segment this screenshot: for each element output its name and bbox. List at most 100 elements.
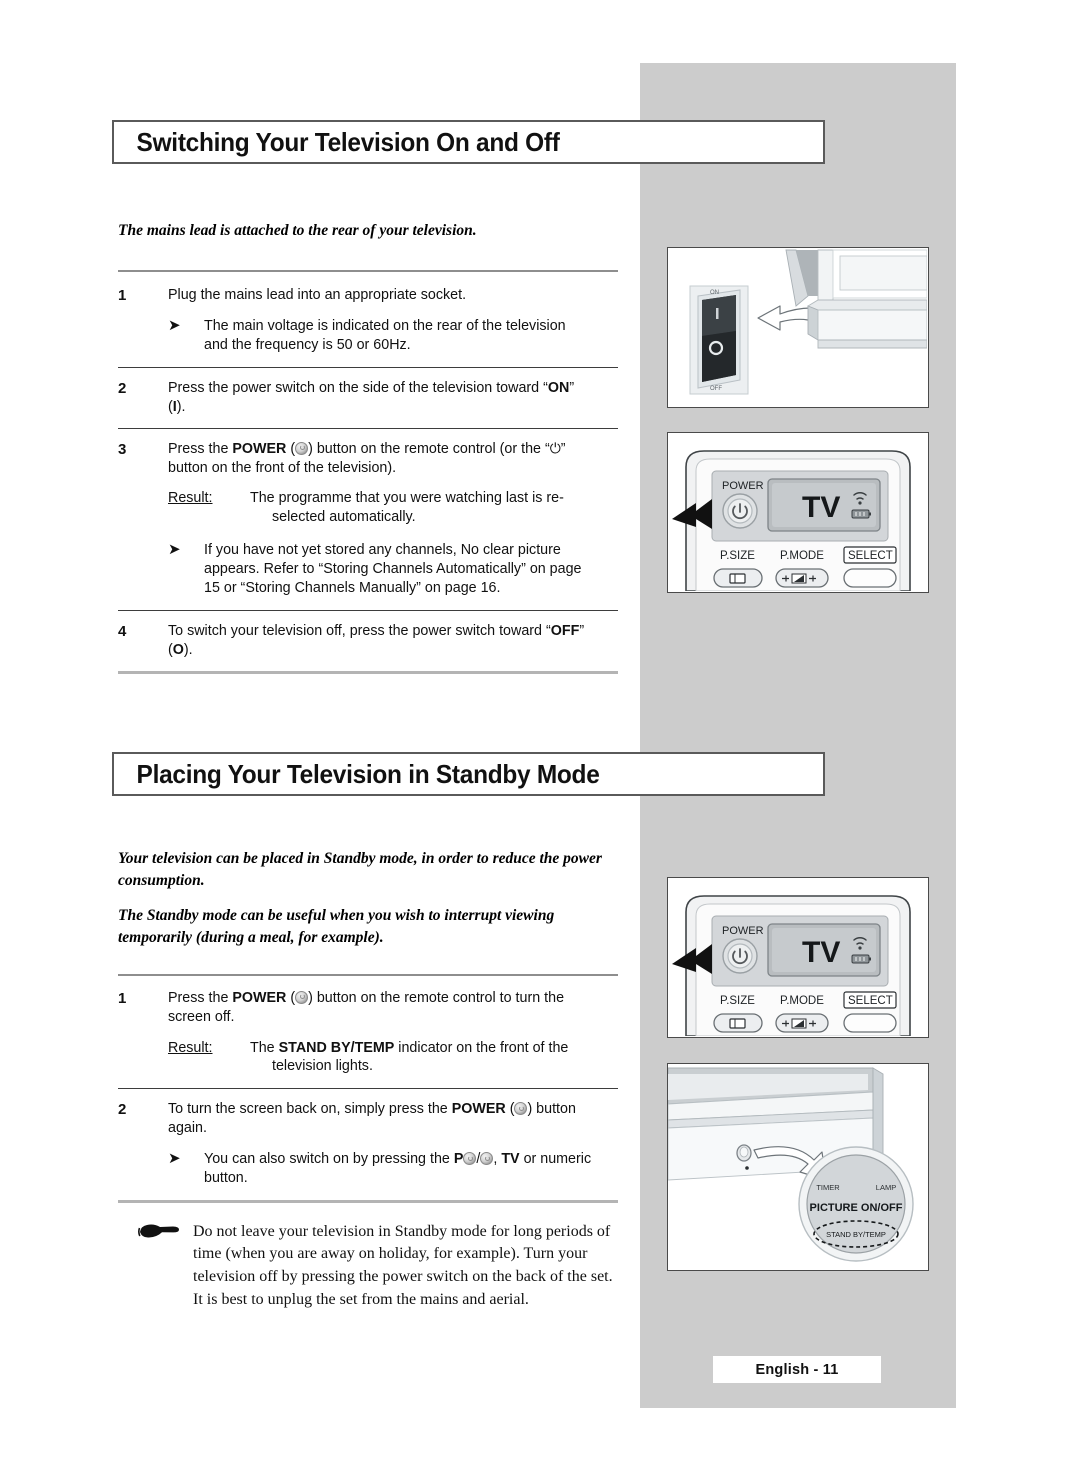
step-3: 3 Press the POWER ( ) button on the remot… [118, 440, 618, 478]
svg-text:TV: TV [802, 491, 840, 524]
standby-step-1-text-c: ) button on the remote control to turn t… [308, 989, 565, 1006]
lead-paragraph-standby-2: The Standby mode can be useful when you … [118, 906, 555, 947]
svg-text:P.MODE: P.MODE [780, 995, 824, 1007]
standby-step-2-text-d: again. [168, 1120, 207, 1137]
standby-result-text-a1: The [250, 1039, 279, 1056]
standby-result-bold: STAND BY/TEMP [278, 1039, 395, 1056]
svg-text:SELECT: SELECT [848, 550, 893, 562]
illustration-remote-top: POWER TV P.SIZE P.MODE SELECT [667, 432, 929, 593]
svg-text:PICTURE ON/OFF: PICTURE ON/OFF [810, 1202, 903, 1214]
standby-step-2-bullet: ➤ You can also switch on by pressing the… [118, 1149, 618, 1188]
svg-text:STAND BY/TEMP: STAND BY/TEMP [826, 1230, 886, 1239]
step-3-number: 3 [118, 440, 127, 458]
standby-step-1-text-a: Press the [168, 989, 233, 1006]
standby-result-text-a2: indicator on the front of the [394, 1039, 569, 1056]
section-heading-standby-text: Placing Your Television in Standby Mode [136, 758, 600, 789]
step-3-bullet-line-3: 15 or “Storing Channels Manually” on pag… [204, 579, 501, 596]
step-4-bold-o: O [172, 641, 184, 658]
step-2-text-d: ). [176, 398, 186, 415]
section-heading-switching: Switching Your Television On and Off [112, 120, 825, 164]
standby-step-1-result-label: Result: [168, 1039, 213, 1056]
step-4-text-b: ” [579, 622, 585, 639]
step-2-bold-on: ON [547, 379, 570, 396]
step-3-bullet: ➤ If you have not yet stored any channel… [118, 540, 618, 598]
lead-paragraph-standby-1: Your television can be placed in Standby… [118, 850, 602, 890]
step-4-text-a: To switch your television off, press the… [168, 622, 551, 639]
step-3-text-b: ( [286, 440, 296, 457]
illustration-remote-standby: POWER TV P.SIZE P.MODE SELECT [667, 877, 929, 1038]
svg-text:LAMP: LAMP [876, 1183, 896, 1192]
step-3-text-e: button on the front of the television). [168, 459, 397, 476]
step-4-bold-off: OFF [550, 622, 580, 639]
svg-text:TV: TV [802, 936, 840, 969]
power-button-icon [295, 990, 309, 1004]
step-3-bullet-line-2: appears. Refer to “Storing Channels Auto… [204, 561, 582, 577]
channel-down-button-icon [480, 1152, 494, 1166]
standby-bullet-bold-tv: TV [501, 1151, 520, 1168]
note-block: Do not leave your television in Standby … [118, 1221, 618, 1312]
standby-bullet-text-a4: or numeric [519, 1151, 592, 1168]
svg-text:SELECT: SELECT [848, 995, 893, 1007]
lead-paragraph-mains: The mains lead is attached to the rear o… [118, 222, 477, 239]
standby-step-1-text-b: ( [286, 989, 296, 1006]
standby-symbol-icon: ⏻ [549, 440, 561, 457]
standby-step-2-text-c: ) button [527, 1101, 576, 1118]
standby-step-2-bold-power: POWER [451, 1101, 506, 1118]
standby-bullet-text-a1: You can also switch on by pressing the [204, 1151, 454, 1168]
step-1-bullet-line-2: and the frequency is 50 or 60Hz. [204, 337, 411, 354]
section-switching-body: The mains lead is attached to the rear o… [118, 220, 618, 675]
step-1-bullet: ➤ The main voltage is indicated on the r… [118, 317, 618, 355]
arrow-bullet-icon: ➤ [168, 316, 181, 335]
svg-text:P.MODE: P.MODE [780, 550, 824, 562]
step-2-text-a: Press the power switch on the side of th… [168, 379, 548, 396]
power-button-icon [514, 1102, 528, 1116]
svg-text:P.SIZE: P.SIZE [720, 995, 755, 1007]
standby-step-2: 2 To turn the screen back on, simply pre… [118, 1100, 618, 1138]
section-heading-switching-text: Switching Your Television On and Off [136, 126, 560, 157]
illustration-front-panel: TIMER LAMP PICTURE ON/OFF STAND BY/TEMP [667, 1063, 929, 1271]
section-heading-standby: Placing Your Television in Standby Mode [112, 752, 825, 796]
step-4-number: 4 [118, 622, 127, 640]
step-3-result-line-2: selected automatically. [272, 509, 416, 526]
standby-step-1-result: Result: The STAND BY/TEMP indicator on t… [118, 1039, 618, 1077]
section-standby-body: Your television can be placed in Standby… [118, 848, 618, 1312]
step-4: 4 To switch your television off, press t… [118, 622, 618, 660]
step-1-bullet-line-1: The main voltage is indicated on the rea… [204, 318, 566, 335]
standby-bullet-line-2: button. [204, 1169, 248, 1186]
note-text: Do not leave your television in Standby … [193, 1222, 613, 1308]
step-1-text: Plug the mains lead into an appropriate … [168, 287, 467, 304]
standby-bullet-bold-p: P [453, 1151, 464, 1168]
svg-text:P.SIZE: P.SIZE [720, 550, 755, 562]
svg-text:TIMER: TIMER [816, 1183, 840, 1192]
step-3-text-a: Press the [168, 440, 233, 457]
step-2-text-b: ” [569, 379, 575, 396]
standby-step-2-text-a: To turn the screen back on, simply press… [168, 1101, 452, 1118]
svg-text:OFF: OFF [710, 386, 722, 392]
svg-text:POWER: POWER [722, 925, 764, 937]
channel-up-button-icon [463, 1152, 477, 1166]
standby-step-1: 1 Press the POWER () button on the remot… [118, 989, 618, 1027]
step-3-bullet-line-1: If you have not yet stored any channels,… [204, 542, 561, 559]
step-1-number: 1 [118, 287, 127, 305]
illustration-power-switch: ON OFF [667, 247, 929, 408]
arrow-bullet-icon: ➤ [168, 1149, 181, 1168]
arrow-bullet-icon: ➤ [168, 540, 181, 559]
step-2: 2 Press the power switch on the side of … [118, 379, 618, 417]
step-3-bold-power: POWER [232, 440, 287, 457]
page-footer: English - 11 [713, 1356, 881, 1383]
page-footer-label: English - 11 [755, 1361, 839, 1378]
step-3-result-line-1: The programme that you were watching las… [250, 490, 564, 507]
step-4-text-d: ). [183, 641, 193, 658]
svg-text:ON: ON [710, 290, 719, 296]
standby-step-1-text-d: screen off. [168, 1008, 235, 1025]
pointing-hand-icon [118, 1221, 193, 1243]
step-2-number: 2 [118, 379, 127, 397]
standby-result-line-2: television lights. [272, 1058, 373, 1075]
svg-text:POWER: POWER [722, 480, 764, 492]
step-3-text-d: ” [560, 440, 566, 457]
standby-step-2-number: 2 [118, 1101, 127, 1119]
step-3-text-c: ) button on the remote control (or the “ [308, 440, 550, 457]
standby-step-1-bold-power: POWER [232, 989, 287, 1006]
power-button-icon [295, 441, 309, 455]
step-3-result-label: Result: [168, 490, 213, 507]
